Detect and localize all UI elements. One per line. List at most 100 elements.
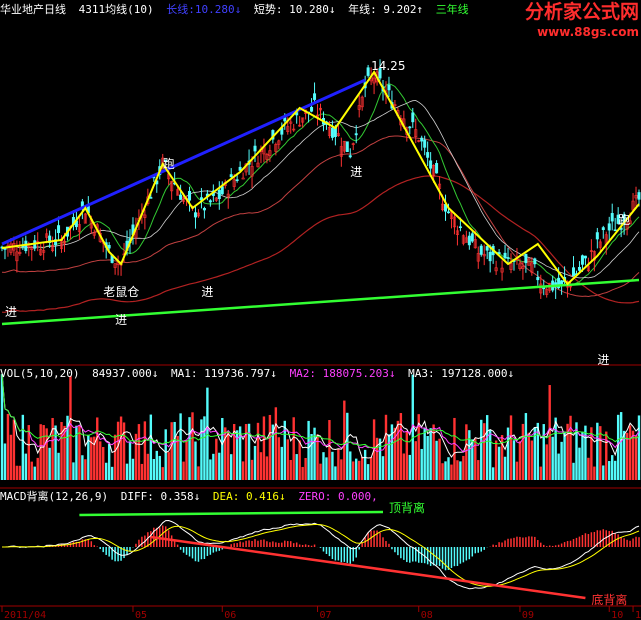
volume-bar	[244, 424, 248, 480]
candle-body	[607, 223, 611, 231]
volume-bar	[509, 415, 513, 480]
volume-bar	[337, 448, 340, 480]
volume-bar	[346, 412, 349, 480]
volume-bar	[637, 415, 641, 480]
volume-bar	[158, 455, 161, 480]
volume-bar	[200, 419, 203, 480]
candle-body	[426, 152, 430, 158]
volume-bar	[488, 430, 492, 480]
x-axis-label: 10	[611, 610, 623, 620]
volume-bar	[572, 462, 575, 480]
volume-bar	[387, 434, 391, 480]
volume-bar	[215, 438, 218, 480]
candle-body	[330, 127, 334, 138]
candle-body	[179, 194, 183, 200]
long-trend-line	[1, 78, 366, 246]
volume-bar	[69, 376, 72, 480]
volume-bar	[84, 459, 87, 480]
volume-bar	[182, 461, 185, 480]
candle-body	[601, 227, 605, 231]
candle-body	[435, 163, 439, 174]
volume-bar	[331, 451, 334, 480]
candle-body	[560, 280, 564, 285]
candle-body	[503, 252, 507, 259]
volume-bar	[426, 436, 429, 480]
volume-bar	[104, 462, 108, 480]
price-annotation: 跑	[618, 213, 630, 227]
volume-bar	[518, 441, 522, 480]
volume-bar	[611, 455, 614, 480]
volume-bar	[405, 430, 409, 480]
volume-bar	[563, 431, 566, 480]
candle-body	[446, 211, 450, 214]
top-divergence-line	[79, 510, 384, 517]
volume-bar	[596, 422, 599, 480]
candle-body	[149, 197, 153, 199]
volume-bar	[128, 441, 132, 480]
stock-chart: 14.25进老鼠仓进跑进进进跑顶背离底背离2011/04 05 06 07 08 09 10…	[0, 59, 641, 620]
volume-bar	[569, 415, 572, 480]
volume-bar	[176, 435, 179, 480]
volume-bar	[325, 457, 328, 480]
volume-bar	[21, 414, 25, 480]
volume-bar	[57, 452, 60, 480]
candle-body	[613, 229, 617, 232]
volume-bar	[515, 461, 519, 480]
candle-body	[188, 190, 192, 201]
volume-bar	[539, 466, 542, 480]
volume-bar	[164, 429, 167, 480]
candle-body	[217, 189, 221, 200]
volume-bar	[560, 441, 563, 480]
candle-body	[408, 126, 412, 129]
volume-bar	[357, 460, 361, 480]
indicator-label: 4311均线(10)	[78, 3, 154, 16]
volume-bar	[107, 443, 111, 480]
volume-bar	[512, 440, 516, 480]
volume-bar	[170, 422, 173, 480]
candle-body	[506, 257, 510, 259]
volume-bar	[444, 461, 447, 480]
volume-bar	[521, 423, 525, 480]
macd-dea: DEA: 0.416↓	[212, 490, 286, 503]
volume-bar	[557, 453, 560, 480]
volume-bar	[122, 422, 126, 480]
volume-bar	[209, 459, 212, 480]
volume-bar	[167, 452, 170, 480]
volume-bar	[197, 466, 200, 480]
watermark: 分析家公式网 www.88gs.com	[525, 2, 639, 42]
volume-bar	[462, 455, 465, 480]
volume-bar	[161, 467, 164, 480]
volume-bar	[36, 457, 39, 480]
volume-bar	[9, 434, 13, 480]
volume-bar	[15, 465, 19, 480]
volume-bar	[366, 464, 370, 480]
volume-bar	[188, 417, 191, 480]
top-divergence-label: 顶背离	[389, 500, 425, 515]
volume-bar	[277, 437, 281, 480]
volume-bar	[429, 428, 432, 480]
vol-ma1: MA1: 119736.797↓	[170, 367, 277, 380]
volume-bar	[155, 450, 158, 480]
price-annotation: 跑	[163, 157, 175, 171]
candle-body	[488, 251, 492, 262]
volume-bar	[334, 466, 337, 480]
macd-diff-line	[2, 519, 640, 590]
volume-bar	[578, 447, 581, 480]
volume-bar	[381, 456, 385, 480]
volume-bar	[453, 417, 456, 480]
volume-bar	[420, 448, 423, 480]
volume-bar	[605, 431, 608, 480]
volume-bar	[402, 453, 406, 480]
price-annotation: 进	[350, 165, 362, 179]
volume-bar	[298, 440, 301, 480]
candle-body	[524, 253, 528, 264]
bottom-divergence-label: 底背离	[591, 592, 627, 607]
candle-body	[57, 225, 61, 234]
volume-bar	[33, 466, 36, 480]
volume-bar	[81, 455, 84, 480]
candle-body	[229, 174, 233, 178]
volume-bar	[491, 467, 495, 480]
volume-bar	[307, 420, 310, 480]
volume-bar	[60, 421, 63, 480]
volume-bar	[250, 459, 254, 480]
